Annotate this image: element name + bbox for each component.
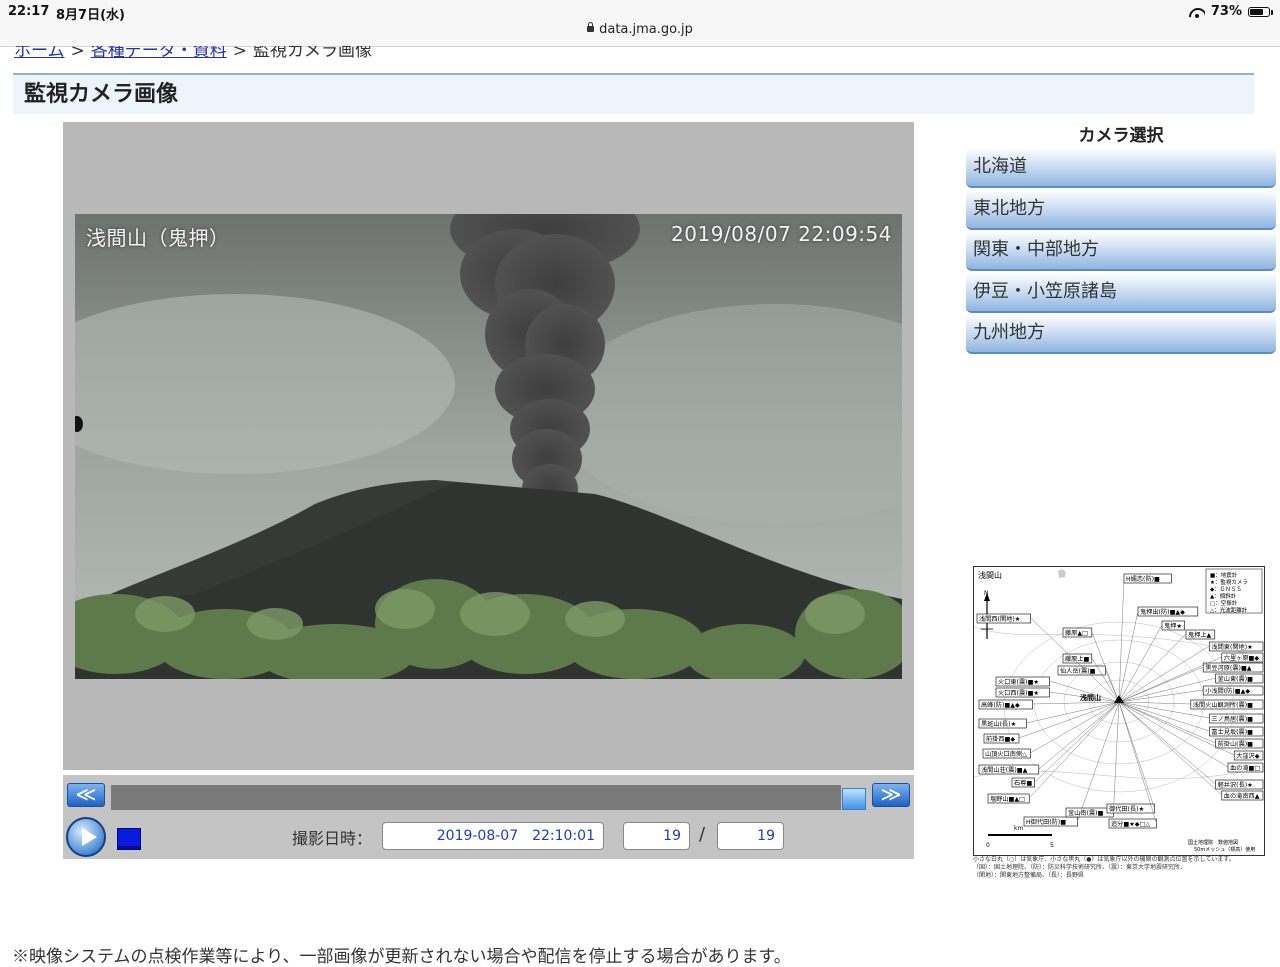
map-station-label: 富士見坂(震)■ [1211,728,1253,736]
address-bar[interactable]: data.jma.go.jp [0,22,1280,37]
wifi-icon [1189,6,1205,18]
map-station-label: 浅間東(関地)★ [1211,643,1253,651]
map-center-label: 浅間山 [1080,693,1101,702]
map-station-label: 藤原上■ [1065,655,1090,663]
scale-unit: km [1014,825,1023,832]
camera-name-overlay: 浅間山（鬼押） [86,226,230,250]
station-map-svg: 浅間山 N ■：地震計★：監視カメラ◆：ＧＮＳＳ▲：傾斜計□：空振計△：光波距離… [974,568,1264,853]
map-station-label: 御代田(長)★ [1109,805,1145,813]
map-station-label: 火口西(震)■★ [998,690,1039,697]
map-station-label: 塩野山■▲□ [990,795,1025,803]
map-legend-item: ◆：ＧＮＳＳ [1210,586,1242,593]
japan-locator-icon [1058,569,1066,578]
map-station-label: H御代田(防)■ [1026,818,1066,826]
map-station-label: 大窪沢◆ [1236,752,1260,760]
map-station-label: 石尊■ [1014,779,1032,787]
camera-timestamp-overlay: 2019/08/07 22:09:54 [671,222,892,246]
map-station-label: 山頂火口南側△ [985,750,1027,758]
capture-date-field[interactable]: 2019-08-07 22:10:01 [382,822,604,850]
map-title: 浅間山 [978,570,1002,580]
status-time: 22:17 [8,4,50,19]
map-station-label: 浅間火山観測所(震)■ [1193,701,1253,709]
map-caption-line: （国）：国土地理院、（防）：防災科学技術研究所、（震）：東京大学地震研究所、 [973,864,1187,871]
map-legend-item: ■：地震計 [1210,571,1238,579]
scale-five: 5 [1050,842,1054,849]
footer-notice: ※映像システムの点検作業等により、一部画像が更新されない場合や配信を停止する場合… [12,947,791,967]
frame-separator: / [699,824,706,845]
region-tohoku-button[interactable]: 東北地方 [966,189,1276,230]
frame-slider-bar: ≪ ≫ [63,775,914,815]
map-station-label: 黒豆河原(震)■▲ [1205,664,1252,672]
battery-icon [1248,6,1273,17]
map-station-label: 前掛西■◆ [986,735,1015,743]
lock-icon [587,22,595,32]
map-station-label: 血の滝■□ [1230,764,1260,772]
camera-viewer: 浅間山（鬼押） 2019/08/07 22:09:54 [63,122,914,770]
scale-zero: 0 [986,842,990,849]
map-legend-item: ▲：傾斜計 [1210,592,1237,600]
region-hokkaido-button[interactable]: 北海道 [966,148,1276,188]
camera-image: 浅間山（鬼押） 2019/08/07 22:09:54 [75,214,902,679]
region-kyushu-button[interactable]: 九州地方 [966,314,1276,354]
page-title: 監視カメラ画像 [24,81,179,107]
camera-select-title: カメラ選択 [1078,126,1164,146]
map-station-label: 鬼押出(防)■▲◆ [1140,608,1185,616]
page-title-bar: 監視カメラ画像 [13,73,1254,114]
play-button[interactable] [66,817,106,857]
battery-percent: 73% [1210,4,1242,19]
map-station-label: 仙人岳(震)■ [1060,667,1096,675]
frame-total-field: 19 [717,822,784,850]
map-caption-line: （関地）：関東地方整備局、（長）：長野県 [973,872,1085,879]
previous-frame-button[interactable]: ≪ [67,783,105,807]
map-station-label: 浅間山荘(震)■▲ [981,766,1028,774]
address-url: data.jma.go.jp [599,22,693,37]
map-legend: ■：地震計★：監視カメラ◆：ＧＮＳＳ▲：傾斜計□：空振計△：光波距離計 [1205,568,1263,614]
battery-fill [1250,8,1264,15]
frame-slider-thumb[interactable] [842,788,866,810]
map-station-label: 三ノ鳥居(震)■ [1211,715,1253,723]
map-station-label: 鬼押★ [1164,622,1182,630]
map-station-label: 六里ヶ原■◆ [1224,654,1260,662]
map-station-label: 鬼押上▲ [1188,631,1212,639]
map-station-label: 黒斑山(長)★ [981,720,1017,728]
next-frame-button[interactable]: ≫ [872,783,910,807]
frame-slider-track[interactable] [111,785,841,810]
capture-date-label: 撮影日時： [292,829,373,848]
map-station-label: 藤原▲□ [1065,629,1088,637]
map-legend-item: □：空振計 [1210,599,1238,607]
map-station-label: 軽井沢(長)★ [1218,781,1254,789]
status-date: 8月7日(水) [56,8,125,23]
map-station-label: 火口東(震)■★ [998,678,1039,686]
map-station-label: 釜山南(震)■ [1068,809,1104,817]
status-bar: 22:17 8月7日(水) data.jma.go.jp 73% [0,0,1280,47]
map-credit-2: 50mメッシュ（標高）使用 [1194,846,1255,853]
map-station-label: 釜山東(震)■ [1218,675,1254,683]
volcano-photo [75,214,902,679]
region-list: 北海道 東北地方 関東・中部地方 伊豆・小笠原諸島 九州地方 [966,148,1276,356]
map-station-label: 追分■★◆□△ [1111,820,1150,828]
map-station-label: H嬬恋(防)■ [1126,575,1160,583]
map-station-label: 浅間西(関地)★ [979,615,1021,623]
map-station-label: 前掛山(震)■ [1218,740,1254,748]
region-kanto-chubu-button[interactable]: 関東・中部地方 [966,231,1276,271]
stop-button[interactable] [117,828,141,850]
map-credit-1: 国土地理院 数値地図 [1188,839,1238,846]
map-station-label: 血の滝南西▲ [1224,792,1260,800]
region-izu-ogasawara-button[interactable]: 伊豆・小笠原諸島 [966,272,1276,313]
playback-controls: 撮影日時： 2019-08-07 22:10:01 19 / 19 [63,815,914,859]
status-right: 73% [1189,4,1273,19]
map-station-label: 小浅間(防)■▲◆ [1205,687,1250,695]
frame-index-field[interactable]: 19 [623,822,690,850]
map-caption: 小さな白丸（○）は気象庁、小さな黒丸（●）は気象庁以外の機関の観測点位置を示して… [973,856,1273,880]
map-station-label: 高峰(防)■▲◆ [981,701,1020,709]
map-legend-item: ★：監視カメラ [1210,578,1248,586]
station-map: 浅間山 N ■：地震計 ★：監視カメラ ◆：ＧＮＳＳ ▲：傾斜計 □：空振計 △：光波距離… [973,566,1265,856]
map-caption-line: 小さな白丸（○）は気象庁、小さな黒丸（●）は気象庁以外の機関の観測点位置を示して… [973,856,1235,863]
